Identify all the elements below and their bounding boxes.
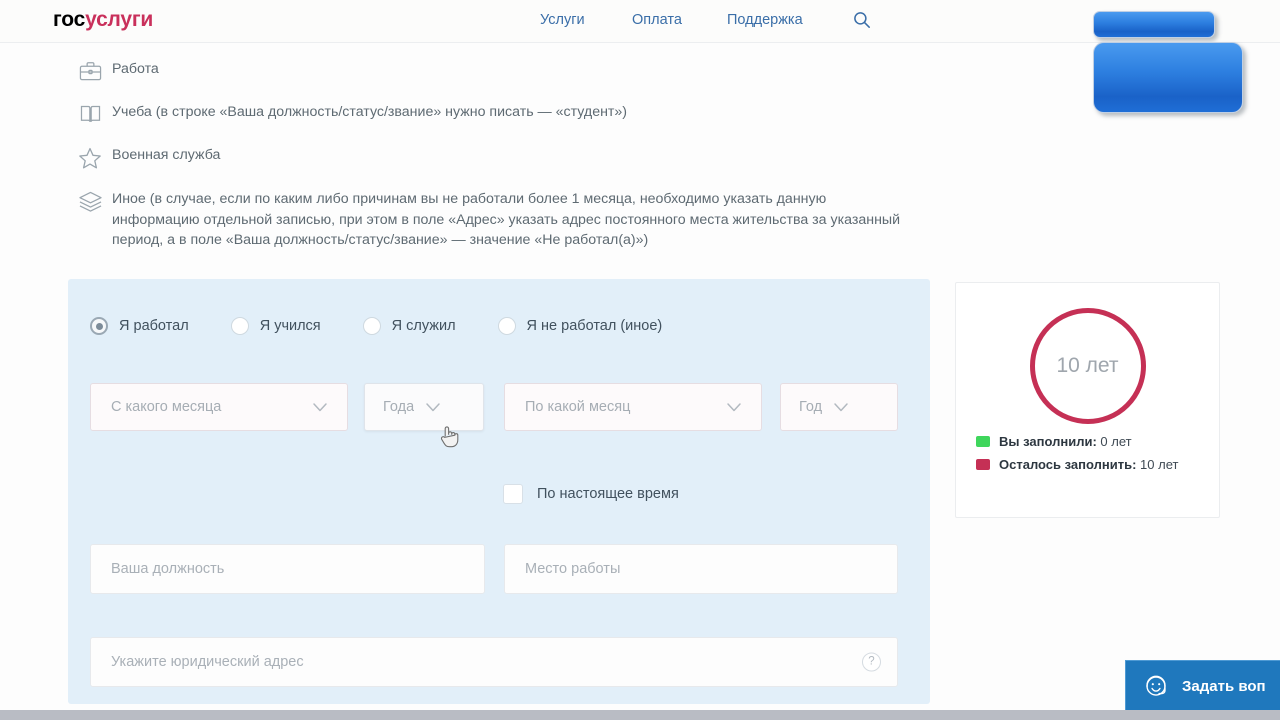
legend-value-remaining: 10 лет <box>1140 457 1179 472</box>
info-text-ucheba: Учеба (в строке «Ваша должность/статус/з… <box>112 104 628 120</box>
radio-option-ya-sluzhil[interactable]: Я служил <box>362 317 456 335</box>
progress-card: 10 лет Вы заполнили: 0 лет Осталось запо… <box>955 282 1220 518</box>
legend-swatch-red <box>976 459 990 470</box>
select-month-from[interactable]: С какого месяца <box>90 383 348 431</box>
radio-circle-ya-uchilsya[interactable] <box>230 317 249 335</box>
gosuslugi-logo[interactable]: госуслуги <box>53 8 153 32</box>
checkbox-present-time[interactable]: По настоящее время <box>503 484 679 504</box>
chevron-down-icon <box>422 396 444 418</box>
blue-overlay-box-bottom <box>1093 42 1243 113</box>
legend-label-remaining: Осталось заполнить: <box>999 457 1137 472</box>
employment-type-radio-group: Я работал Я учился Я служил Я не работал… <box>90 317 662 335</box>
radio-label-ya-uchilsya: Я учился <box>259 318 321 334</box>
support-smiley-icon <box>1142 673 1170 701</box>
checkbox-label-present-time: По настоящее время <box>537 486 679 502</box>
bottom-scroll-bar[interactable] <box>0 710 1280 720</box>
info-text-inoe: Иное (в случае, если по каким либо причи… <box>112 191 901 248</box>
search-icon[interactable] <box>853 11 871 29</box>
legend-label-filled: Вы заполнили: <box>999 434 1097 449</box>
radio-circle-ya-sluzhil[interactable] <box>362 317 381 335</box>
help-question-icon[interactable]: ? <box>862 652 881 672</box>
checkbox-box-present-time[interactable] <box>503 484 523 504</box>
input-workplace-placeholder: Место работы <box>525 561 621 577</box>
info-list: Работа Учеба (в строке «Ваша должность/с… <box>68 58 928 251</box>
legend-text-remaining: Осталось заполнить: 10 лет <box>999 456 1178 473</box>
select-month-to-placeholder: По какой месяц <box>525 399 631 415</box>
legend-row-filled: Вы заполнили: 0 лет <box>976 433 1204 450</box>
page-root: госуслуги Услуги Оплата Поддержка Работа… <box>0 0 1280 720</box>
input-workplace[interactable]: Место работы <box>504 544 898 594</box>
blue-overlay-box-top <box>1093 11 1215 38</box>
site-header: госуслуги Услуги Оплата Поддержка <box>0 0 1280 43</box>
progress-legend: Вы заполнили: 0 лет Осталось заполнить: … <box>976 433 1204 479</box>
info-row-inoe: Иное (в случае, если по каким либо причи… <box>68 188 928 251</box>
logo-gos-part: гос <box>53 8 86 31</box>
info-text-rabota: Работа <box>112 61 159 77</box>
radio-label-ya-rabotal: Я работал <box>119 318 189 334</box>
legend-swatch-green <box>976 436 990 447</box>
nav-link-oplata[interactable]: Оплата <box>632 12 682 28</box>
info-row-voennaya-sluzhba: Военная служба <box>68 144 928 170</box>
book-icon <box>68 101 112 126</box>
select-year-to[interactable]: Год <box>780 383 898 431</box>
info-row-ucheba: Учеба (в строке «Ваша должность/статус/з… <box>68 101 928 126</box>
chevron-down-icon <box>830 396 852 418</box>
radio-label-ya-ne-rabotal: Я не работал (иное) <box>526 318 663 334</box>
select-month-from-placeholder: С какого месяца <box>111 399 222 415</box>
progress-ring-label: 10 лет <box>1056 354 1119 377</box>
radio-label-ya-sluzhil: Я служил <box>391 318 456 334</box>
nav-link-uslugi[interactable]: Услуги <box>540 12 585 28</box>
info-row-rabota: Работа <box>68 58 928 83</box>
select-year-from-placeholder: Года <box>383 399 415 415</box>
radio-option-ya-uchilsya[interactable]: Я учился <box>230 317 321 335</box>
star-icon <box>68 144 112 170</box>
work-period-form-panel: Я работал Я учился Я служил Я не работал… <box>68 279 930 704</box>
select-month-to[interactable]: По какой месяц <box>504 383 762 431</box>
input-legal-address-placeholder: Укажите юридический адрес <box>111 654 304 670</box>
ask-question-chat-widget[interactable]: Задать воп <box>1125 660 1280 712</box>
legend-text-filled: Вы заполнили: 0 лет <box>999 433 1132 450</box>
progress-ring-wrap: 10 лет <box>1029 308 1146 424</box>
radio-circle-ya-ne-rabotal[interactable] <box>497 317 516 335</box>
layers-icon <box>68 188 112 213</box>
radio-option-ya-rabotal[interactable]: Я работал <box>90 317 189 335</box>
chevron-down-icon <box>309 396 331 418</box>
ask-question-label: Задать воп <box>1182 678 1266 695</box>
chevron-down-icon <box>723 396 745 418</box>
legend-row-remaining: Осталось заполнить: 10 лет <box>976 456 1204 473</box>
radio-circle-ya-rabotal[interactable] <box>90 317 108 335</box>
info-text-voennaya-sluzhba: Военная служба <box>112 147 221 163</box>
briefcase-icon <box>68 58 112 83</box>
radio-option-ya-ne-rabotal[interactable]: Я не работал (иное) <box>497 317 663 335</box>
select-year-from[interactable]: Года <box>364 383 484 431</box>
input-position[interactable]: Ваша должность <box>90 544 485 594</box>
legend-value-filled: 0 лет <box>1100 434 1132 449</box>
select-year-to-placeholder: Год <box>799 399 823 415</box>
input-legal-address[interactable]: Укажите юридический адрес ? <box>90 637 898 687</box>
nav-link-podderzhka[interactable]: Поддержка <box>727 12 803 28</box>
input-position-placeholder: Ваша должность <box>111 561 225 577</box>
logo-uslugi-part: услуги <box>85 8 154 31</box>
